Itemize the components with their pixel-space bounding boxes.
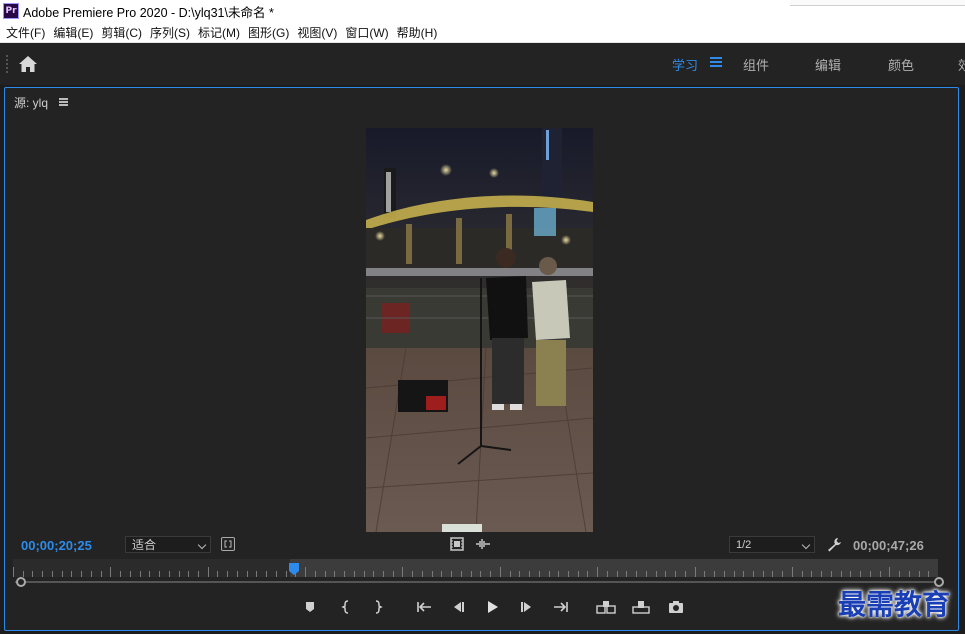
- film-strip-icon[interactable]: [450, 537, 464, 551]
- menu-clip[interactable]: 剪辑(C): [101, 24, 142, 41]
- workspace-menu-icon[interactable]: [710, 57, 722, 69]
- watermark: 最需教育: [838, 588, 951, 621]
- zoom-fit-value: 适合: [132, 538, 157, 552]
- playback-resolution-dropdown[interactable]: 1/2: [729, 536, 815, 553]
- export-frame-icon[interactable]: [667, 598, 685, 616]
- tab-color[interactable]: 颜色: [888, 55, 914, 74]
- workspace-bar: 学习 组件 编辑 颜色 效: [0, 43, 965, 85]
- menu-help[interactable]: 帮助(H): [397, 24, 438, 41]
- menu-graphics[interactable]: 图形(G): [248, 24, 289, 41]
- video-frame: [366, 128, 593, 532]
- menu-file[interactable]: 文件(F): [6, 24, 45, 41]
- menu-view[interactable]: 视图(V): [297, 24, 337, 41]
- tab-learning[interactable]: 学习: [672, 55, 698, 74]
- source-monitor-panel: 源: ylq 00;00;20;25 适合 1/2 00;00;47;26: [4, 87, 959, 631]
- home-icon[interactable]: [18, 55, 38, 73]
- mark-out-icon[interactable]: [369, 598, 387, 616]
- chevron-down-icon: [197, 540, 207, 550]
- tab-editing[interactable]: 编辑: [815, 55, 841, 74]
- wrench-icon[interactable]: [827, 537, 842, 552]
- ruler-ticks: [13, 567, 929, 577]
- panel-title: 源: ylq: [14, 96, 49, 110]
- tab-assembly[interactable]: 组件: [743, 55, 769, 74]
- go-to-in-icon[interactable]: [415, 598, 433, 616]
- chevron-down-icon: [801, 540, 811, 550]
- current-timecode[interactable]: 00;00;20;25: [21, 538, 92, 553]
- window-decoration: [790, 0, 965, 6]
- playback-resolution-value: 1/2: [736, 538, 752, 551]
- premiere-logo-icon: Pr: [3, 3, 19, 19]
- zoom-start-handle[interactable]: [16, 577, 26, 587]
- safe-margins-icon[interactable]: [221, 537, 235, 551]
- menu-markers[interactable]: 标记(M): [198, 24, 240, 41]
- overwrite-icon[interactable]: [630, 598, 652, 616]
- play-icon[interactable]: [483, 598, 501, 616]
- zoom-scrollbar[interactable]: [15, 581, 937, 583]
- zoom-fit-dropdown[interactable]: 适合: [125, 536, 211, 553]
- insert-icon[interactable]: [595, 598, 617, 616]
- playhead[interactable]: [289, 563, 299, 575]
- panel-menu-icon[interactable]: [59, 98, 68, 106]
- duration-timecode: 00;00;47;26: [853, 538, 924, 553]
- add-marker-icon[interactable]: [301, 598, 319, 616]
- menu-bar: 文件(F) 编辑(E) 剪辑(C) 序列(S) 标记(M) 图形(G) 视图(V…: [0, 22, 965, 43]
- menu-sequence[interactable]: 序列(S): [150, 24, 190, 41]
- tab-effects[interactable]: 效: [958, 55, 965, 74]
- window-title: Adobe Premiere Pro 2020 - D:\ylq31\未命名 *: [23, 5, 274, 20]
- go-to-out-icon[interactable]: [552, 598, 570, 616]
- menu-edit[interactable]: 编辑(E): [53, 24, 93, 41]
- mark-in-icon[interactable]: [337, 598, 355, 616]
- grip-handle[interactable]: [6, 55, 8, 73]
- audio-waveform-icon[interactable]: [475, 538, 491, 550]
- title-bar: Pr Adobe Premiere Pro 2020 - D:\ylq31\未命…: [0, 0, 965, 22]
- menu-window[interactable]: 窗口(W): [345, 24, 388, 41]
- step-forward-icon[interactable]: [518, 598, 536, 616]
- step-back-icon[interactable]: [449, 598, 467, 616]
